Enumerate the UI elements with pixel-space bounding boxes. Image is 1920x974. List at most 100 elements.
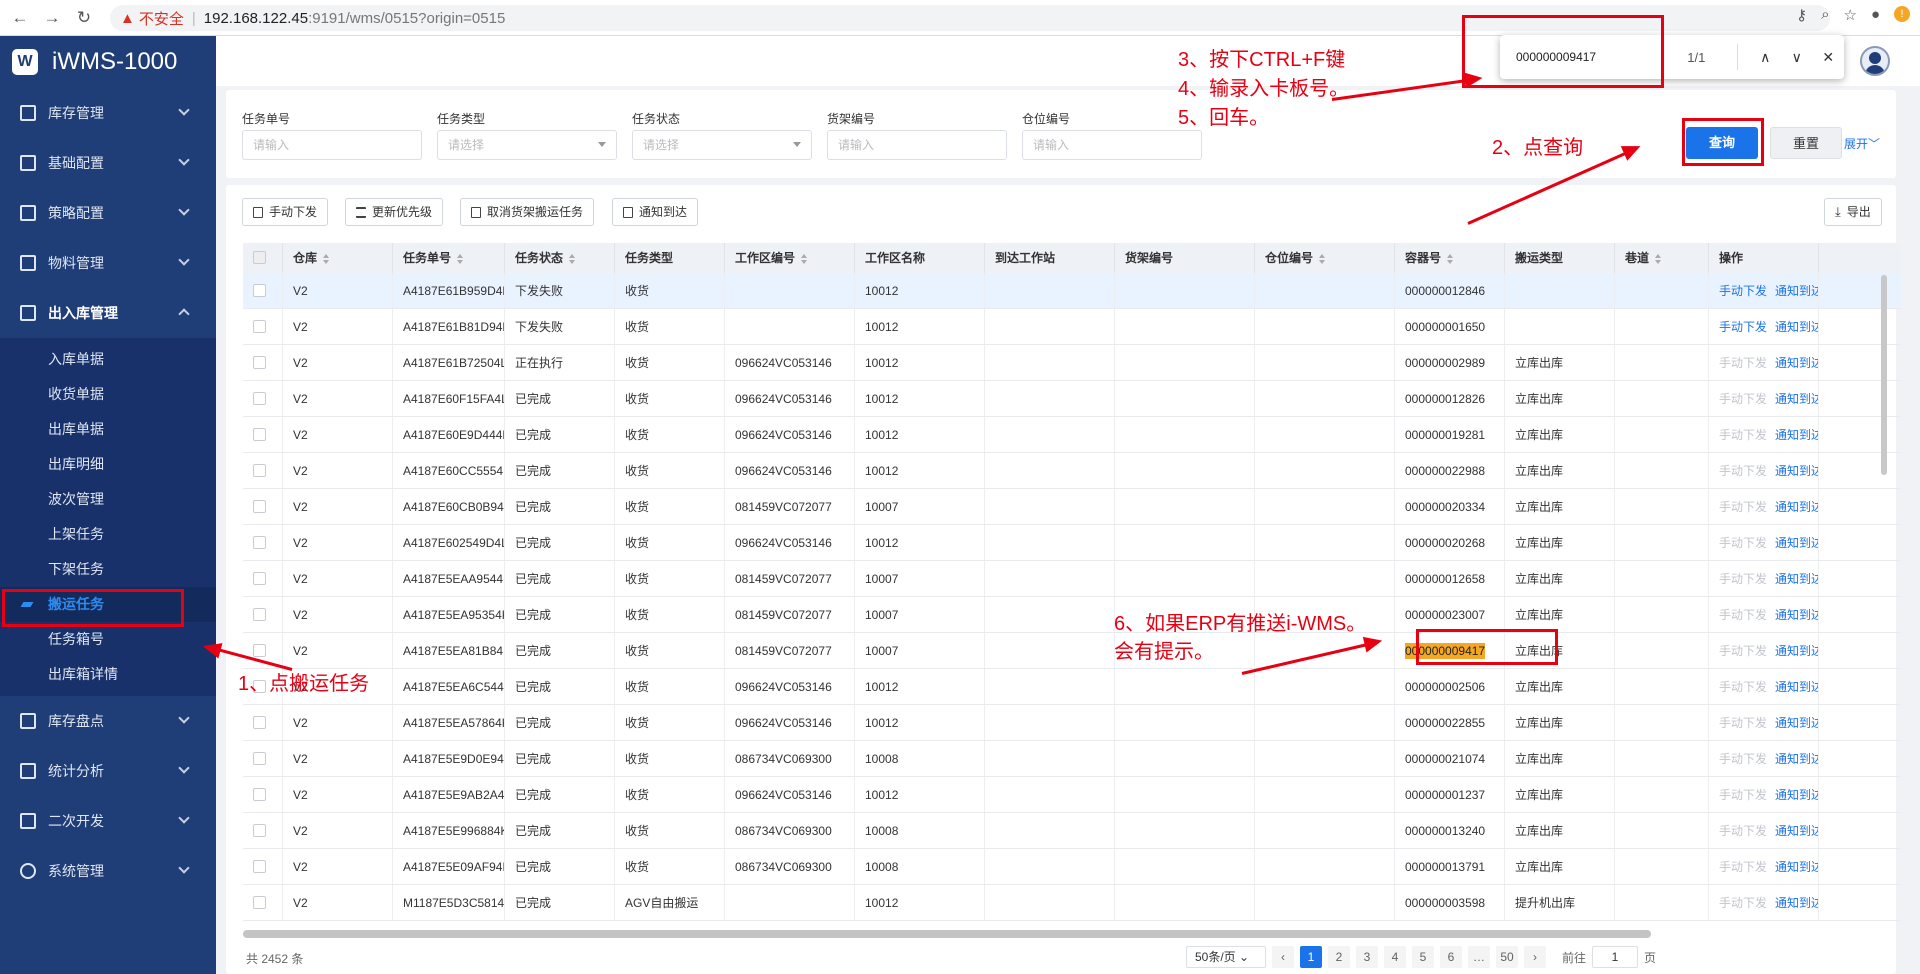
notify-arrival-link[interactable]: 通知到达 <box>1775 392 1818 406</box>
sidebar-item-basic-config[interactable]: 基础配置 <box>0 138 216 188</box>
table-row[interactable]: V2A4187E5E09AF94IF2已完成收货086734VC06930010… <box>243 849 1901 885</box>
key-icon[interactable]: ⚷ <box>1796 6 1807 24</box>
row-checkbox[interactable] <box>253 356 266 369</box>
horizontal-scrollbar[interactable] <box>243 930 1651 938</box>
row-checkbox[interactable] <box>253 392 266 405</box>
back-icon[interactable]: ← <box>8 6 32 30</box>
notify-arrival-link[interactable]: 通知到达 <box>1775 572 1818 586</box>
row-checkbox[interactable] <box>253 716 266 729</box>
notify-arrival-link[interactable]: 通知到达 <box>1775 860 1818 874</box>
avatar[interactable] <box>1860 46 1890 76</box>
task-status-select[interactable]: 请选择 <box>632 130 812 160</box>
sub-item-wave[interactable]: 波次管理 <box>0 482 216 517</box>
page-5[interactable]: 5 <box>1412 946 1434 968</box>
page-50[interactable]: 50 <box>1496 946 1518 968</box>
page-3[interactable]: 3 <box>1356 946 1378 968</box>
row-checkbox[interactable] <box>253 500 266 513</box>
notify-arrival-link[interactable]: 通知到达 <box>1775 608 1818 622</box>
table-row[interactable]: V2A4187E60CC5554LH2已完成收货096624VC05314610… <box>243 453 1901 489</box>
table-row[interactable]: V2A4187E5EAA9544KG2已完成收货081459VC07207710… <box>243 561 1901 597</box>
notify-arrival-link[interactable]: 通知到达 <box>1775 536 1818 550</box>
sidebar-item-strategy[interactable]: 策略配置 <box>0 188 216 238</box>
zoom-icon[interactable]: ⌕ <box>1821 6 1829 24</box>
notify-arrival-link[interactable]: 通知到达 <box>1775 464 1818 478</box>
row-checkbox[interactable] <box>253 788 266 801</box>
column-header-container[interactable]: 容器号 <box>1395 243 1505 273</box>
notify-arrival-link[interactable]: 通知到达 <box>1775 500 1818 514</box>
table-row[interactable]: V2A4187E5EA81B84KFZ已完成收货081459VC07207710… <box>243 633 1901 669</box>
table-row[interactable]: V2M1187E5D3C5814IEA已完成AGV自由搬运 10012 000000… <box>243 885 1901 921</box>
sidebar-item-stats[interactable]: 统计分析 <box>0 746 216 796</box>
page-1[interactable]: 1 <box>1300 946 1322 968</box>
profile-icon[interactable]: ● <box>1871 6 1880 24</box>
update-priority-button[interactable]: 更新优先级 <box>345 198 444 226</box>
table-row[interactable]: V2A4187E5EA57864KFX已完成收货096624VC05314610… <box>243 705 1901 741</box>
sub-item-inbound-order[interactable]: 入库单据 <box>0 342 216 377</box>
table-row[interactable]: V2A4187E5EA95354KG1已完成收货081459VC07207710… <box>243 597 1901 633</box>
find-next-icon[interactable]: ∨ <box>1781 49 1813 66</box>
notify-arrival-link[interactable]: 通知到达 <box>1775 752 1818 766</box>
table-row[interactable]: V2A4187E61B959D4LHO下发失败收货 10012 0000000128… <box>243 273 1901 309</box>
cancel-shelf-task-button[interactable]: 取消货架搬运任务 <box>460 198 595 226</box>
column-header-task-status[interactable]: 任务状态 <box>505 243 615 273</box>
reset-button[interactable]: 重置 <box>1770 127 1842 159</box>
sidebar-item-system[interactable]: 系统管理 <box>0 846 216 896</box>
sub-item-outbound-order[interactable]: 出库单据 <box>0 412 216 447</box>
sidebar-item-inventory[interactable]: 库存管理 <box>0 88 216 138</box>
row-checkbox[interactable] <box>253 644 266 657</box>
sub-item-pick-task[interactable]: 下架任务 <box>0 552 216 587</box>
column-header-bin[interactable]: 仓位编号 <box>1255 243 1395 273</box>
column-header-aisle[interactable]: 巷道 <box>1615 243 1709 273</box>
row-checkbox[interactable] <box>253 752 266 765</box>
row-checkbox[interactable] <box>253 824 266 837</box>
row-checkbox[interactable] <box>253 464 266 477</box>
row-checkbox[interactable] <box>253 896 266 909</box>
notify-arrival-link[interactable]: 通知到达 <box>1775 320 1818 334</box>
app-logo[interactable]: W iWMS-1000 <box>0 36 216 88</box>
table-row[interactable]: V2A4187E5E9AB2A4KFR已完成收货096624VC05314610… <box>243 777 1901 813</box>
page-6[interactable]: 6 <box>1440 946 1462 968</box>
forward-icon[interactable]: → <box>40 6 64 30</box>
table-row[interactable]: V2A4187E5E9D0E94KFS已完成收货086734VC06930010… <box>243 741 1901 777</box>
find-close-icon[interactable]: ✕ <box>1813 49 1845 66</box>
sort-icon[interactable] <box>1447 253 1454 264</box>
update-badge-icon[interactable]: ! <box>1894 6 1910 22</box>
sidebar-item-material[interactable]: 物料管理 <box>0 238 216 288</box>
manual-dispatch-link[interactable]: 手动下发 <box>1719 320 1767 334</box>
notify-arrival-link[interactable]: 通知到达 <box>1775 428 1818 442</box>
row-checkbox[interactable] <box>253 284 266 297</box>
row-checkbox[interactable] <box>253 536 266 549</box>
sort-icon[interactable] <box>801 253 808 264</box>
table-row[interactable]: V2A4187E602549D4LGQ已完成收货096624VC05314610… <box>243 525 1901 561</box>
sort-icon[interactable] <box>323 253 330 264</box>
table-row[interactable]: V2A4187E60E9D444LH7已完成收货096624VC05314610… <box>243 417 1901 453</box>
row-checkbox[interactable] <box>253 860 266 873</box>
sub-item-putaway-task[interactable]: 上架任务 <box>0 517 216 552</box>
notify-arrival-link[interactable]: 通知到达 <box>1775 824 1818 838</box>
notify-arrival-button[interactable]: 通知到达 <box>612 198 699 226</box>
table-row[interactable]: V2A4187E61B72504LHK正在执行收货096624VC0531461… <box>243 345 1901 381</box>
next-page-button[interactable]: › <box>1524 946 1546 968</box>
notify-arrival-link[interactable]: 通知到达 <box>1775 896 1818 910</box>
row-checkbox[interactable] <box>253 572 266 585</box>
column-header-wh[interactable]: 仓库 <box>283 243 393 273</box>
column-header-task-no[interactable]: 任务单号 <box>393 243 505 273</box>
notify-arrival-link[interactable]: 通知到达 <box>1775 680 1818 694</box>
goto-page-input[interactable]: 1 <box>1592 946 1639 968</box>
manual-dispatch-link[interactable]: 手动下发 <box>1719 284 1767 298</box>
notify-arrival-link[interactable]: 通知到达 <box>1775 644 1818 658</box>
sidebar-item-stocktake[interactable]: 库存盘点 <box>0 696 216 746</box>
row-checkbox[interactable] <box>253 608 266 621</box>
expand-button[interactable]: 展开﹀ <box>1844 135 1880 152</box>
vertical-scrollbar[interactable] <box>1881 275 1887 475</box>
shelf-no-input[interactable]: 请输入 <box>827 130 1007 160</box>
export-button[interactable]: ⤓ 导出 <box>1824 198 1882 226</box>
sidebar-item-dev[interactable]: 二次开发 <box>0 796 216 846</box>
bin-no-input[interactable]: 请输入 <box>1022 130 1202 160</box>
sort-icon[interactable] <box>457 253 464 264</box>
row-checkbox[interactable] <box>253 320 266 333</box>
page-ellipsis[interactable]: … <box>1468 946 1490 968</box>
sub-item-outbound-box-detail[interactable]: 出库箱详情 <box>0 657 216 692</box>
sub-item-outbound-detail[interactable]: 出库明细 <box>0 447 216 482</box>
column-header-zone-no[interactable]: 工作区编号 <box>725 243 855 273</box>
